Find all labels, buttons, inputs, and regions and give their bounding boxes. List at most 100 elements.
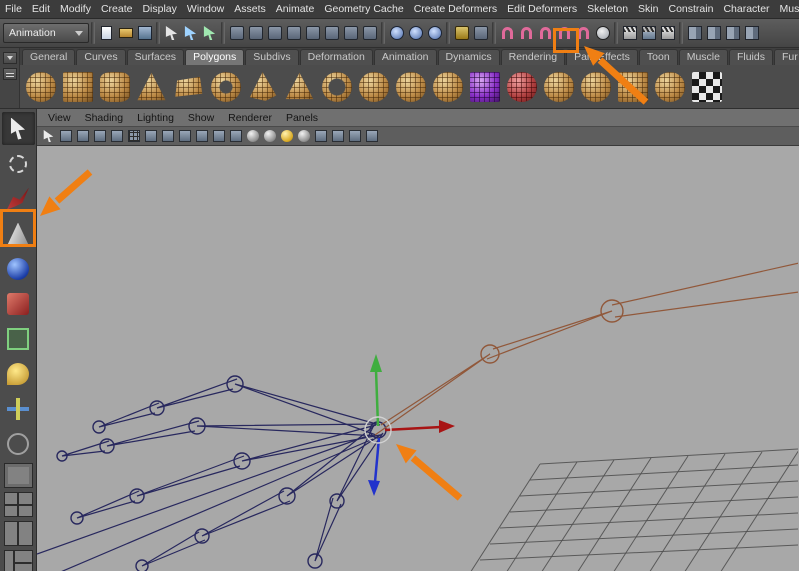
shelf-tab[interactable]: Dynamics — [438, 49, 500, 65]
mask-rendering-icon[interactable] — [341, 22, 360, 44]
film-gate-icon[interactable] — [143, 129, 158, 144]
shelf-tab[interactable]: Fluids — [729, 49, 773, 65]
hand-skeleton-joints[interactable] — [37, 376, 386, 571]
poly-soccer-ball-icon[interactable] — [392, 66, 429, 107]
bookmark-icon[interactable] — [92, 129, 107, 144]
shelf-tab[interactable]: Rendering — [501, 49, 565, 65]
move-tool[interactable] — [2, 217, 35, 250]
menu-item[interactable]: Create — [96, 3, 138, 15]
mask-curves-icon[interactable] — [265, 22, 284, 44]
move-manipulator[interactable] — [365, 354, 455, 496]
panel-menu-item[interactable]: Panels — [279, 112, 325, 124]
poly-sphere-icon[interactable] — [22, 66, 59, 107]
select-by-hierarchy-icon[interactable] — [162, 22, 181, 44]
scale-tool[interactable] — [2, 287, 35, 320]
menu-item[interactable]: File — [0, 3, 27, 15]
panel-menu-item[interactable]: View — [41, 112, 78, 124]
shelf-tab[interactable]: Subdivs — [245, 49, 298, 65]
arm-skeleton-joints[interactable] — [375, 263, 798, 435]
image-plane-icon[interactable] — [109, 129, 124, 144]
xray-icon[interactable] — [330, 129, 345, 144]
status-divider[interactable] — [381, 22, 385, 44]
shadows-icon[interactable] — [313, 129, 328, 144]
paint-select-tool[interactable] — [2, 182, 35, 215]
shelf-tab[interactable]: Animation — [374, 49, 437, 65]
status-divider[interactable] — [91, 22, 95, 44]
menu-item[interactable]: Create Deformers — [409, 3, 502, 15]
menu-item[interactable]: Display — [137, 3, 181, 15]
snap-to-grids-icon[interactable] — [498, 22, 517, 44]
poly-plane-icon[interactable] — [170, 66, 207, 107]
isolate-select-icon[interactable] — [347, 129, 362, 144]
shelf-tab[interactable]: Surfaces — [127, 49, 184, 65]
menu-item[interactable]: Assets — [229, 3, 271, 15]
status-divider[interactable] — [614, 22, 618, 44]
lock-camera-icon[interactable] — [58, 129, 73, 144]
select-by-object-icon[interactable] — [181, 22, 200, 44]
four-pane-layout-button[interactable] — [4, 492, 33, 517]
extract-icon[interactable] — [614, 66, 651, 107]
safe-title-icon[interactable] — [228, 129, 243, 144]
textured-mode-icon[interactable] — [279, 129, 294, 144]
save-scene-icon[interactable] — [135, 22, 154, 44]
mask-handles-icon[interactable] — [227, 22, 246, 44]
panel-menu-item[interactable]: Show — [181, 112, 221, 124]
highlight-selection-mode-icon[interactable] — [471, 22, 490, 44]
rotate-tool[interactable] — [2, 252, 35, 285]
separate-icon[interactable] — [577, 66, 614, 107]
render-current-frame-icon[interactable] — [620, 22, 639, 44]
combine-icon[interactable] — [540, 66, 577, 107]
snap-to-view-planes-icon[interactable] — [574, 22, 593, 44]
two-pane-layout-button[interactable] — [4, 521, 33, 546]
shelf-tab-switcher-button[interactable] — [3, 52, 17, 64]
status-divider[interactable] — [446, 22, 450, 44]
ipr-render-icon[interactable] — [639, 22, 658, 44]
mask-deformers-icon[interactable] — [303, 22, 322, 44]
channel-box-toggle-icon[interactable] — [723, 22, 742, 44]
shelf-tab[interactable]: Toon — [639, 49, 678, 65]
lasso-select-tool[interactable] — [2, 147, 35, 180]
open-scene-icon[interactable] — [116, 22, 135, 44]
checker-map-icon[interactable] — [688, 66, 725, 107]
three-pane-layout-button[interactable] — [4, 550, 33, 571]
select-tool[interactable] — [2, 112, 35, 145]
smooth-icon[interactable] — [466, 66, 503, 107]
make-object-live-icon[interactable] — [593, 22, 612, 44]
boolean-union-icon[interactable] — [651, 66, 688, 107]
snap-to-curves-icon[interactable] — [517, 22, 536, 44]
panel-menu-item[interactable]: Shading — [78, 112, 131, 124]
mask-surfaces-icon[interactable] — [284, 22, 303, 44]
poly-platonic-solid-icon[interactable] — [429, 66, 466, 107]
menu-item[interactable]: Edit — [27, 3, 55, 15]
grid-toggle-icon[interactable] — [126, 129, 141, 144]
menu-item[interactable]: Character — [718, 3, 774, 15]
status-divider[interactable] — [679, 22, 683, 44]
shelf-tab[interactable]: General — [22, 49, 75, 65]
last-tool-used[interactable] — [2, 427, 35, 460]
input-operations-icon[interactable] — [387, 22, 406, 44]
poly-cube-icon[interactable] — [59, 66, 96, 107]
menu-item[interactable]: Edit Deformers — [502, 3, 582, 15]
panel-menu-item[interactable]: Lighting — [130, 112, 181, 124]
select-by-component-icon[interactable] — [200, 22, 219, 44]
mask-misc-icon[interactable] — [360, 22, 379, 44]
resolution-gate-icon[interactable] — [160, 129, 175, 144]
new-scene-icon[interactable] — [97, 22, 116, 44]
menu-set-selector[interactable]: Animation — [3, 23, 89, 43]
shelf-tab[interactable]: Curves — [76, 49, 125, 65]
poly-helix-icon[interactable] — [355, 66, 392, 107]
snap-to-points-icon[interactable] — [536, 22, 555, 44]
soft-modification-tool[interactable] — [2, 357, 35, 390]
show-manipulator-tool[interactable] — [2, 392, 35, 425]
poly-torus-icon[interactable] — [207, 66, 244, 107]
render-settings-icon[interactable] — [658, 22, 677, 44]
status-divider[interactable] — [221, 22, 225, 44]
status-divider[interactable] — [492, 22, 496, 44]
shelf-tab[interactable]: Polygons — [185, 49, 244, 65]
safe-action-icon[interactable] — [211, 129, 226, 144]
perspective-viewport[interactable] — [37, 146, 799, 571]
menu-item[interactable]: Muscle — [775, 3, 799, 15]
outliner-toggle-icon[interactable] — [742, 22, 761, 44]
use-all-lights-icon[interactable] — [296, 129, 311, 144]
shelf-tab[interactable]: Deformation — [300, 49, 373, 65]
